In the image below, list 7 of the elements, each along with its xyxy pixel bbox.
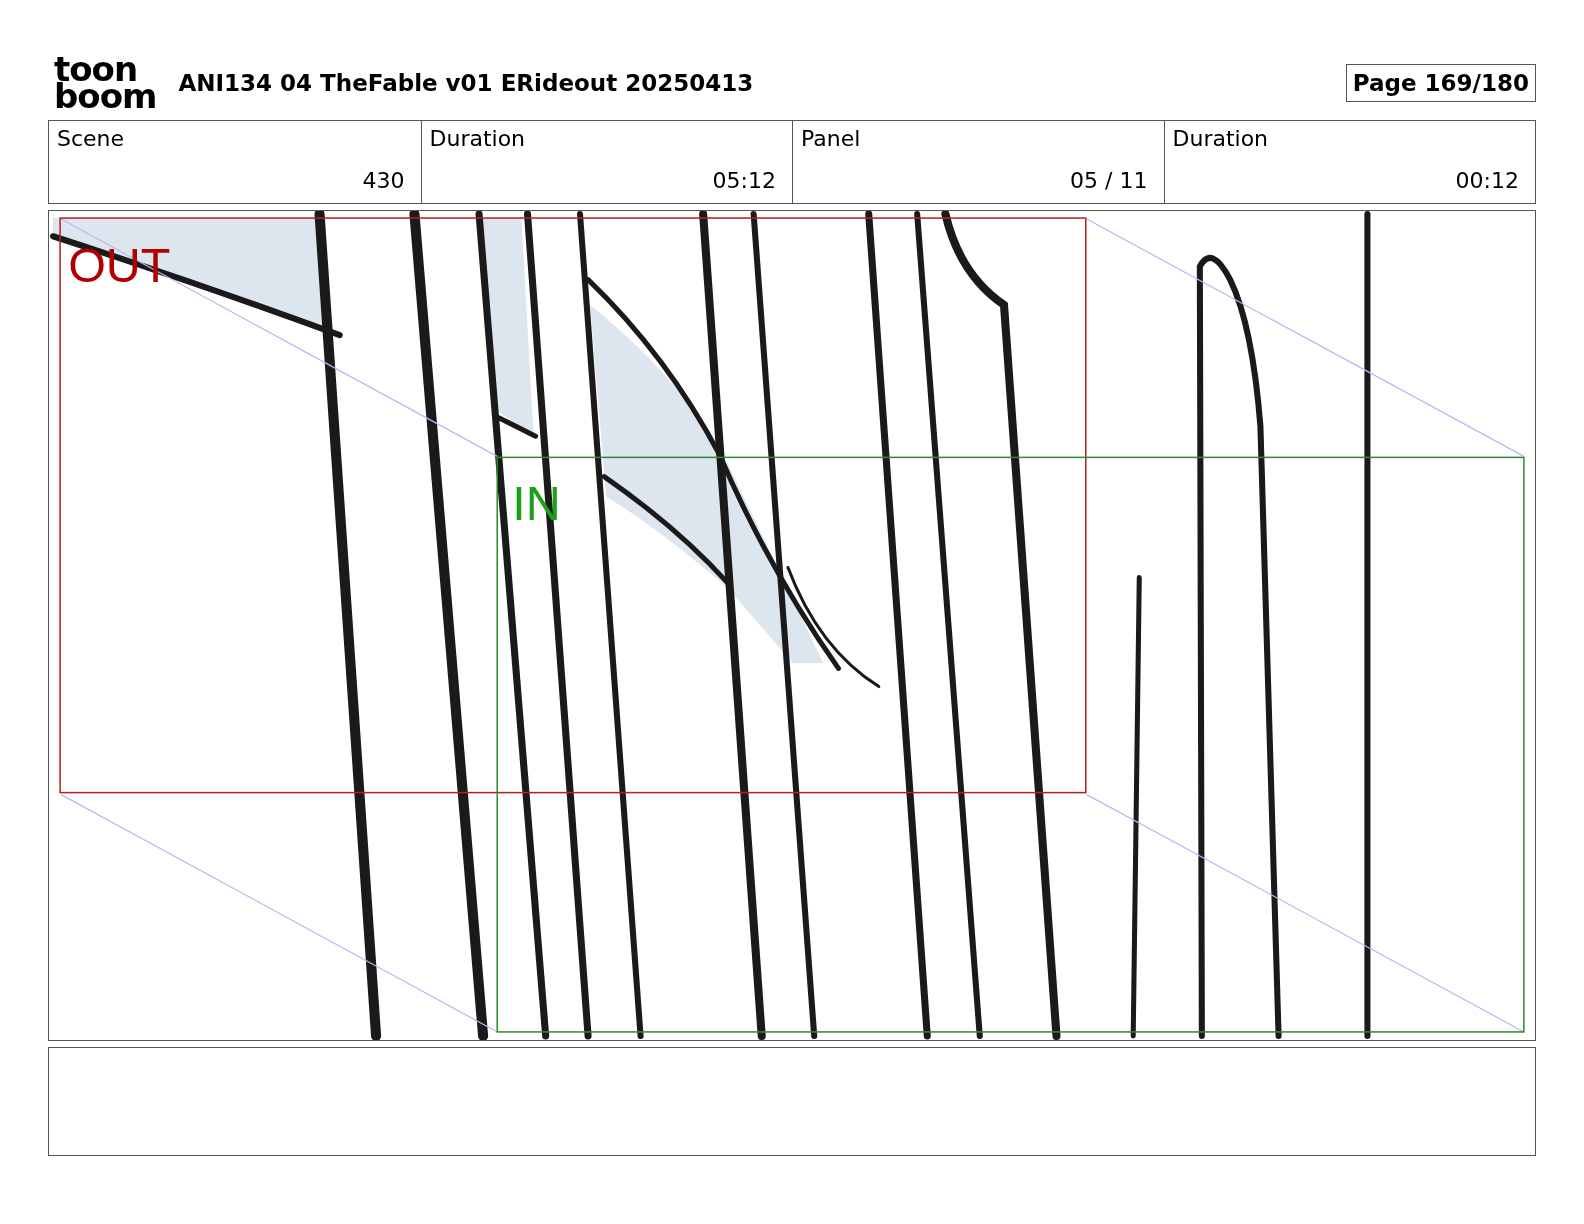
info-field: Duration 00:12	[1163, 121, 1535, 203]
document-title: ANI134 04 TheFable v01 ERideout 20250413	[178, 70, 755, 96]
info-field: Duration 05:12	[420, 121, 792, 203]
logo: toon boom	[54, 56, 157, 110]
info-field: Scene 430	[49, 121, 421, 203]
page-number: Page 169/180	[1345, 64, 1536, 102]
info-field: Panel 05 / 11	[792, 121, 1164, 203]
